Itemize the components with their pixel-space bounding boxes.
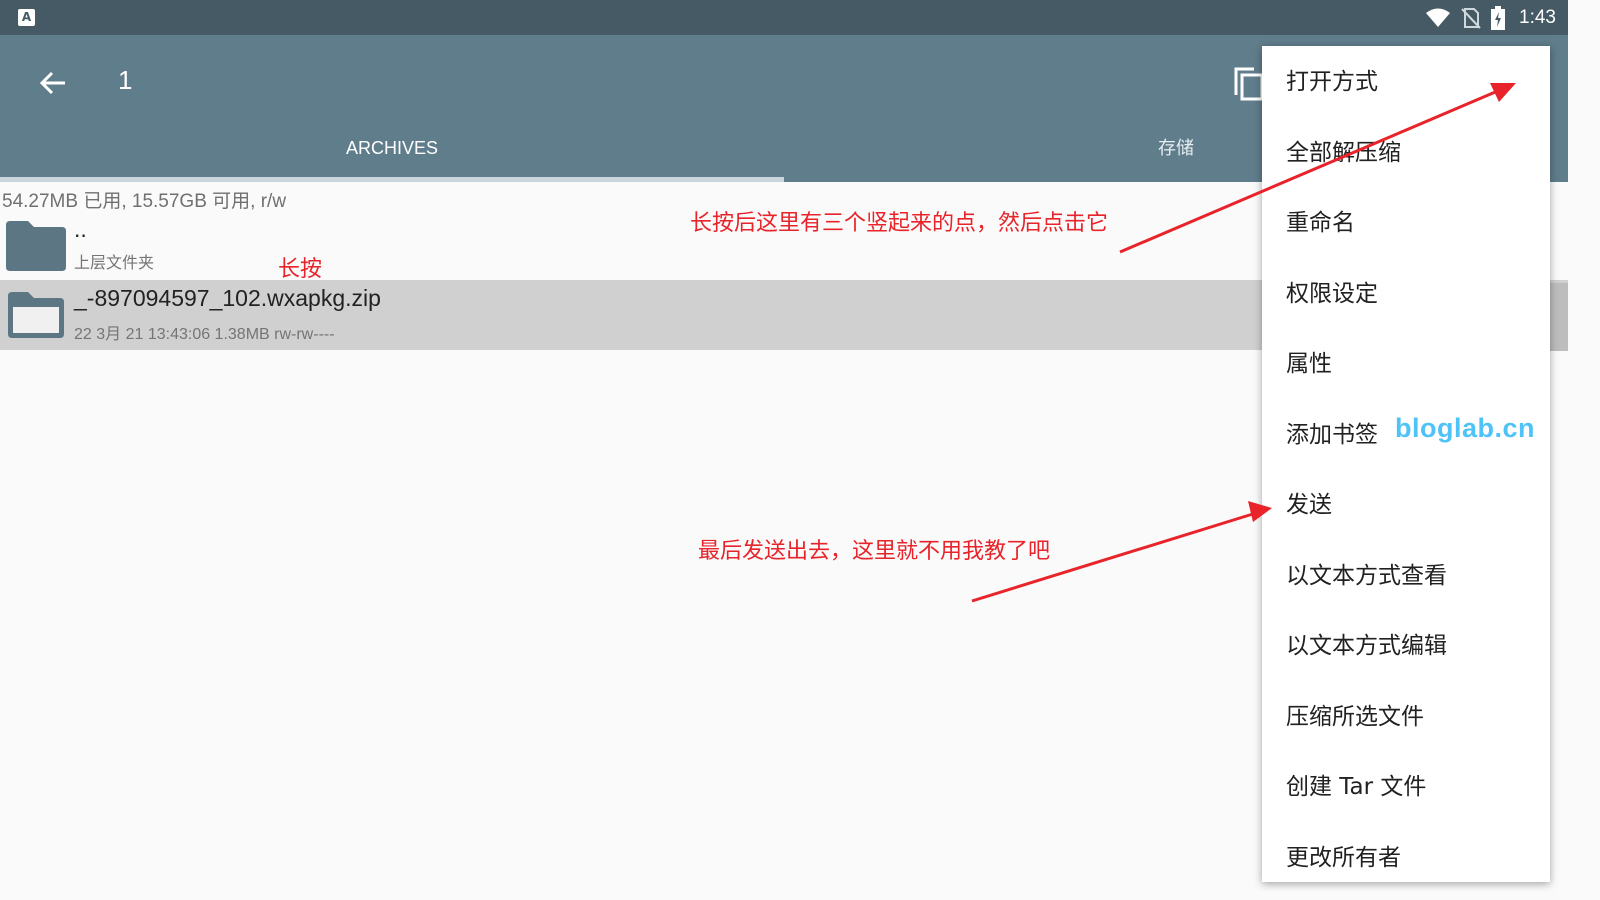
- menu-item-compress[interactable]: 压缩所选文件: [1262, 682, 1550, 752]
- status-icons: 1:43: [1425, 0, 1556, 35]
- file-details: 22 3月 21 13:43:06 1.38MB rw-rw----: [74, 326, 335, 343]
- menu-item-properties[interactable]: 属性: [1262, 329, 1550, 399]
- context-menu: 打开方式 全部解压缩 重命名 权限设定 属性 添加书签 发送 以文本方式查看 以…: [1262, 46, 1550, 882]
- wifi-icon: [1426, 8, 1451, 27]
- battery-charging-icon: [1491, 5, 1506, 30]
- menu-item-send[interactable]: 发送: [1262, 470, 1550, 540]
- no-sim-icon: [1461, 7, 1481, 29]
- menu-item-rename[interactable]: 重命名: [1262, 188, 1550, 258]
- menu-item-change-owner[interactable]: 更改所有者: [1262, 823, 1550, 893]
- status-bar: A 1:43: [0, 0, 1568, 35]
- copy-icon[interactable]: [1232, 65, 1264, 101]
- scrollbar-thumb[interactable]: [1550, 283, 1568, 351]
- menu-item-view-as-text[interactable]: 以文本方式查看: [1262, 541, 1550, 611]
- file-name: ..: [74, 216, 87, 242]
- annotation-dots-hint: 长按后这里有三个竖起来的点，然后点击它: [690, 211, 1109, 236]
- storage-info: 54.27MB 已用, 15.57GB 可用, r/w: [2, 191, 287, 212]
- tab-archives[interactable]: ARCHIVES: [0, 132, 784, 182]
- folder-outline-icon: [8, 292, 64, 338]
- page-title: 1: [118, 65, 133, 95]
- menu-item-permissions[interactable]: 权限设定: [1262, 259, 1550, 329]
- menu-item-extract-all[interactable]: 全部解压缩: [1262, 118, 1550, 188]
- watermark: bloglab.cn: [1395, 413, 1535, 443]
- file-name: _-897094597_102.wxapkg.zip: [74, 285, 381, 311]
- menu-item-create-tar[interactable]: 创建 Tar 文件: [1262, 752, 1550, 822]
- menu-item-edit-as-text[interactable]: 以文本方式编辑: [1262, 611, 1550, 681]
- file-details: 上层文件夹: [74, 255, 155, 272]
- app-notification-icon: A: [18, 9, 35, 26]
- clock: 1:43: [1519, 6, 1556, 28]
- menu-item-open-with[interactable]: 打开方式: [1262, 47, 1550, 117]
- annotation-send-hint: 最后发送出去，这里就不用我教了吧: [698, 539, 1051, 564]
- tab-indicator: [0, 177, 784, 182]
- folder-icon: [6, 221, 66, 271]
- arrow-back-icon[interactable]: [38, 68, 68, 98]
- annotation-long-press: 长按: [278, 257, 323, 282]
